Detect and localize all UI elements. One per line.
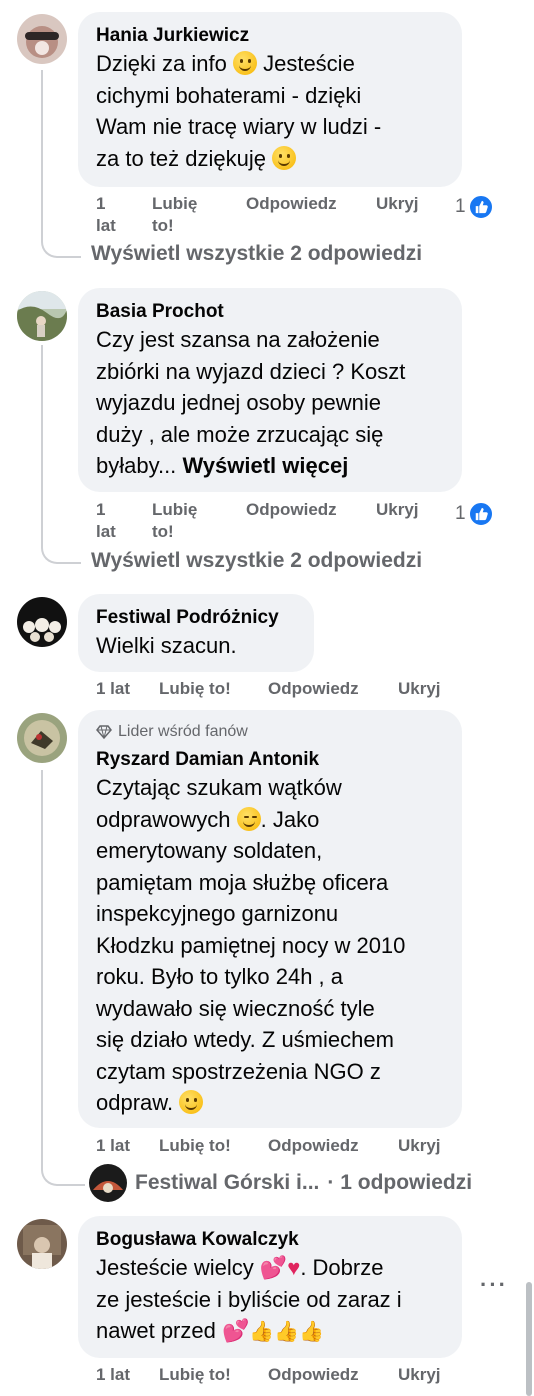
comment-author[interactable]: Festiwal Podróżnicy — [96, 606, 296, 630]
comment-text: Dzięki za info Jesteście cichymi bohatera… — [96, 51, 382, 171]
comment-time[interactable]: 1 lat — [96, 499, 116, 543]
comment-actions: 1 lat Lubię to! Odpowiedz Ukryj — [96, 499, 436, 543]
thumbs-up-emoji-icon: 👍 — [274, 1321, 300, 1343]
see-more-link[interactable]: Wyświetl więcej — [182, 453, 348, 478]
comment-text: Jesteście wielcy 💕♥. Dobrze ze jesteście… — [96, 1252, 444, 1349]
comment-bubble: Bogusława Kowalczyk Jesteście wielcy 💕♥.… — [78, 1216, 462, 1358]
reaction-summary[interactable]: 1 — [455, 194, 494, 220]
thread-line — [41, 345, 43, 545]
diamond-icon — [96, 725, 112, 740]
comment-author[interactable]: Ryszard Damian Antonik — [96, 748, 444, 772]
reply-count: · 1 odpowiedzi — [327, 1171, 473, 1194]
comment-author[interactable]: Bogusława Kowalczyk — [96, 1228, 444, 1252]
like-reaction-icon — [467, 501, 494, 527]
thread-connector — [41, 1150, 85, 1186]
two-hearts-emoji-icon: 💕 — [259, 1255, 288, 1280]
scrollbar[interactable] — [526, 1282, 532, 1396]
thumbs-up-emoji-icon: 👍 — [299, 1321, 325, 1343]
comment-bubble: Basia Prochot Czy jest szansa na założen… — [78, 288, 462, 492]
comment-bubble: Lider wśród fanów Ryszard Damian Antonik… — [78, 710, 462, 1128]
comment-text: Czy jest szansa na założenie zbiórki na … — [96, 327, 406, 478]
hide-button[interactable]: Ukryj — [398, 1364, 441, 1386]
heart-emoji-icon: ♥ — [287, 1255, 301, 1280]
comment-time[interactable]: 1 lat — [96, 1135, 130, 1157]
reply-button[interactable]: Odpowiedz — [246, 193, 337, 215]
more-options-button[interactable]: ··· — [480, 1272, 508, 1298]
fan-badge: Lider wśród fanów — [96, 722, 444, 742]
hide-button[interactable]: Ukryj — [398, 678, 441, 700]
comment-actions: 1 lat Lubię to! Odpowiedz Ukryj — [96, 1135, 456, 1157]
avatar[interactable] — [17, 291, 67, 341]
like-button[interactable]: Lubię to! — [152, 499, 197, 543]
hide-button[interactable]: Ukryj — [376, 499, 419, 521]
thread-connector — [41, 222, 81, 258]
reply-author: Festiwal Górski i... — [135, 1171, 320, 1194]
comment-time[interactable]: 1 lat — [96, 193, 116, 237]
like-reaction-icon — [467, 194, 494, 220]
smile-emoji-icon — [272, 145, 297, 170]
like-button[interactable]: Lubię to! — [159, 1364, 231, 1386]
reaction-summary[interactable]: 1 — [455, 501, 494, 527]
reaction-count: 1 — [455, 196, 466, 217]
view-replies-link[interactable]: Wyświetl wszystkie 2 odpowiedzi — [91, 242, 422, 266]
view-replies-link[interactable]: Wyświetl wszystkie 2 odpowiedzi — [91, 549, 422, 573]
thumbs-up-emoji-icon: 👍 — [249, 1321, 275, 1343]
avatar[interactable] — [17, 597, 67, 647]
thread-line — [41, 70, 43, 240]
fan-badge-label: Lider wśród fanów — [118, 723, 248, 740]
comment-author[interactable]: Hania Jurkiewicz — [96, 24, 444, 48]
reply-avatar — [89, 1164, 127, 1202]
like-button[interactable]: Lubię to! — [159, 678, 231, 700]
hide-button[interactable]: Ukryj — [376, 193, 419, 215]
reply-button[interactable]: Odpowiedz — [268, 1135, 359, 1157]
comment-actions: 1 lat Lubię to! Odpowiedz Ukryj — [96, 678, 456, 700]
two-hearts-emoji-icon: 💕 — [221, 1318, 250, 1343]
avatar[interactable] — [17, 14, 67, 64]
reaction-count: 1 — [455, 503, 466, 524]
comment-bubble: Festiwal Podróżnicy Wielki szacun. — [78, 594, 314, 672]
reply-preview[interactable]: Festiwal Górski i... · 1 odpowiedzi — [89, 1164, 472, 1202]
hide-button[interactable]: Ukryj — [398, 1135, 441, 1157]
comment-time[interactable]: 1 lat — [96, 678, 130, 700]
comment-time[interactable]: 1 lat — [96, 1364, 130, 1386]
like-button[interactable]: Lubię to! — [159, 1135, 231, 1157]
comment-actions: 1 lat Lubię to! Odpowiedz Ukryj — [96, 193, 436, 237]
reply-button[interactable]: Odpowiedz — [268, 678, 359, 700]
reply-button[interactable]: Odpowiedz — [268, 1364, 359, 1386]
comment-text: Wielki szacun. — [96, 633, 237, 658]
smile-emoji-icon — [232, 51, 257, 75]
avatar[interactable] — [17, 1219, 67, 1269]
thread-line — [41, 770, 43, 1170]
like-button[interactable]: Lubię to! — [152, 193, 197, 237]
thread-connector — [41, 528, 81, 564]
reply-button[interactable]: Odpowiedz — [246, 499, 337, 521]
wink-emoji-icon — [236, 806, 261, 831]
smile-emoji-icon — [179, 1090, 204, 1114]
comment-text: Czytając szukam wątków odprawowych . Jak… — [96, 775, 406, 1115]
comment-bubble: Hania Jurkiewicz Dzięki za info Jesteści… — [78, 12, 462, 187]
avatar[interactable] — [17, 713, 67, 763]
comment-actions: 1 lat Lubię to! Odpowiedz Ukryj — [96, 1364, 456, 1386]
comment-author[interactable]: Basia Prochot — [96, 300, 444, 324]
